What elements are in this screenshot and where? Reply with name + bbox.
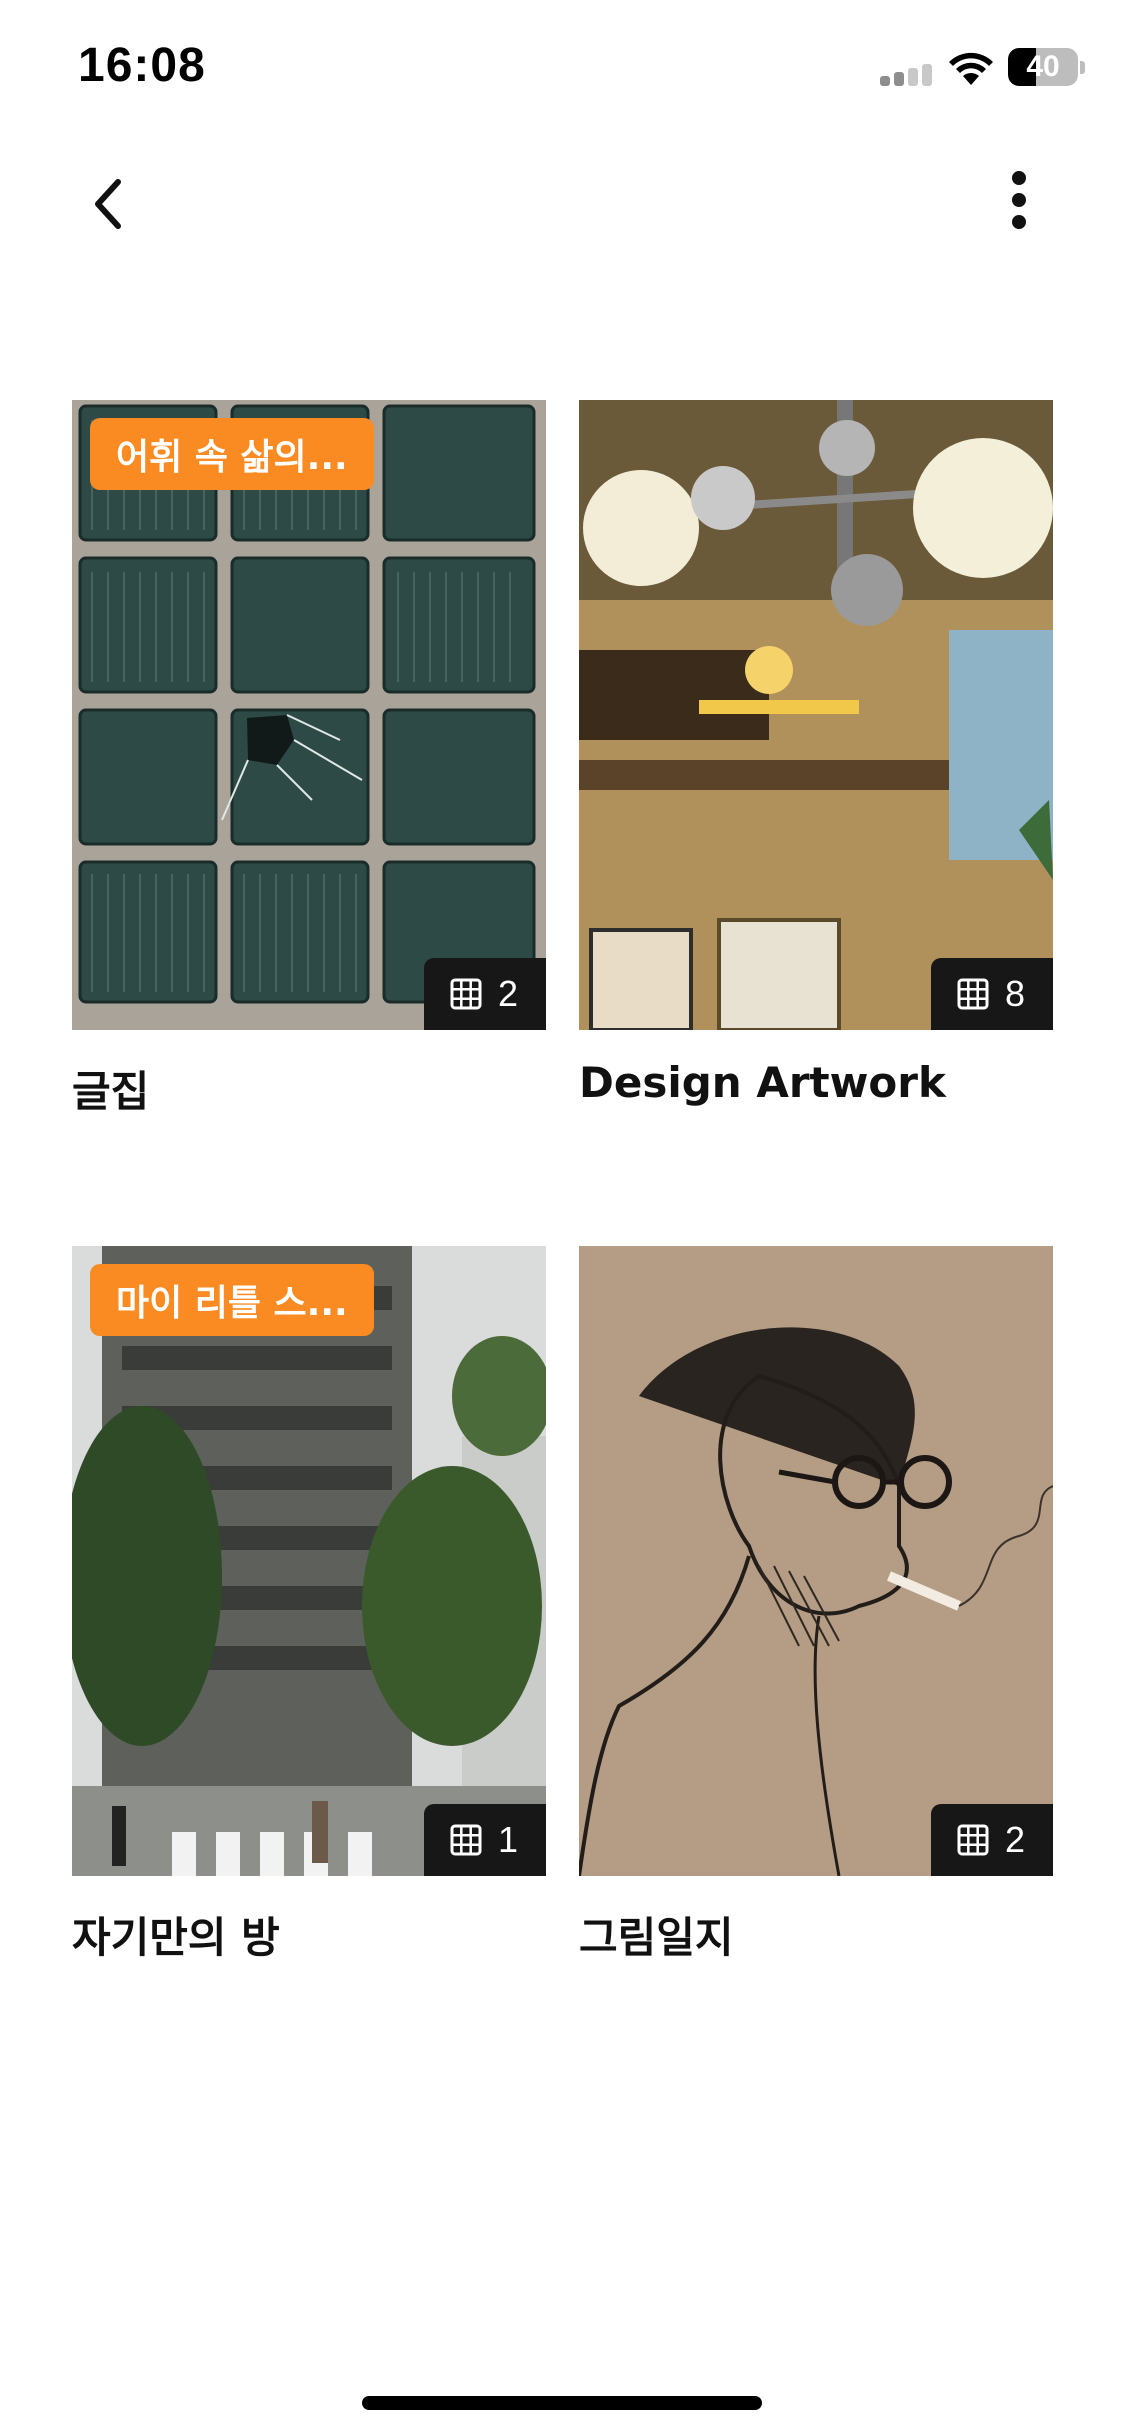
ink-sketch-portrait-image bbox=[579, 1246, 1053, 1876]
collection-card[interactable]: 8 Design Artwork bbox=[579, 400, 1053, 1107]
item-count: 8 bbox=[1004, 973, 1025, 1014]
wifi-icon bbox=[949, 52, 993, 85]
cafe-interior-lamp-image bbox=[579, 400, 1053, 1030]
screen: 16:08 40 어휘 속 삶의... 2 글집 8 Design Artwor… bbox=[0, 0, 1125, 2436]
collection-card[interactable]: 마이 리틀 스... 1 자기만의 방 bbox=[72, 1246, 546, 1965]
grid-icon bbox=[450, 1824, 482, 1856]
collection-thumbnail[interactable]: 마이 리틀 스... 1 bbox=[72, 1246, 546, 1876]
grid-icon bbox=[450, 978, 482, 1010]
collection-thumbnail[interactable]: 2 bbox=[579, 1246, 1053, 1876]
item-count: 2 bbox=[1004, 1819, 1025, 1860]
battery-cap bbox=[1080, 61, 1085, 74]
item-count-badge: 2 bbox=[423, 958, 546, 1030]
status-time: 16:08 bbox=[78, 39, 206, 92]
collection-tag: 어휘 속 삶의... bbox=[90, 418, 374, 490]
battery-level: 40 bbox=[1026, 50, 1060, 83]
collection-title[interactable]: Design Artwork bbox=[579, 1058, 1053, 1107]
apartment-street-image bbox=[72, 1246, 546, 1876]
chevron-left-icon bbox=[95, 179, 121, 229]
item-count-badge: 1 bbox=[423, 1804, 546, 1876]
collection-thumbnail[interactable]: 어휘 속 삶의... 2 bbox=[72, 400, 546, 1030]
glass-block-wall-image bbox=[72, 400, 546, 1030]
home-indicator[interactable] bbox=[362, 2396, 762, 2410]
collection-title[interactable]: 그림일지 bbox=[579, 1904, 1053, 1965]
collection-card[interactable]: 2 그림일지 bbox=[579, 1246, 1053, 1965]
more-options-button[interactable] bbox=[984, 160, 1054, 240]
item-count: 1 bbox=[497, 1819, 518, 1860]
collection-title[interactable]: 글집 bbox=[72, 1058, 546, 1119]
collection-thumbnail[interactable]: 8 bbox=[579, 400, 1053, 1030]
item-count-badge: 2 bbox=[930, 1804, 1053, 1876]
grid-icon bbox=[957, 978, 989, 1010]
grid-icon bbox=[957, 1824, 989, 1856]
cellular-signal-icon bbox=[880, 64, 932, 86]
battery-icon: 40 bbox=[1008, 48, 1078, 86]
collection-card[interactable]: 어휘 속 삶의... 2 글집 bbox=[72, 400, 546, 1119]
item-count: 2 bbox=[497, 973, 518, 1014]
collection-tag: 마이 리틀 스... bbox=[90, 1264, 374, 1336]
collection-title[interactable]: 자기만의 방 bbox=[72, 1904, 546, 1965]
item-count-badge: 8 bbox=[930, 958, 1053, 1030]
vertical-dots-icon bbox=[1012, 171, 1026, 229]
back-button[interactable] bbox=[72, 168, 144, 240]
status-bar: 16:08 40 bbox=[0, 0, 1125, 140]
